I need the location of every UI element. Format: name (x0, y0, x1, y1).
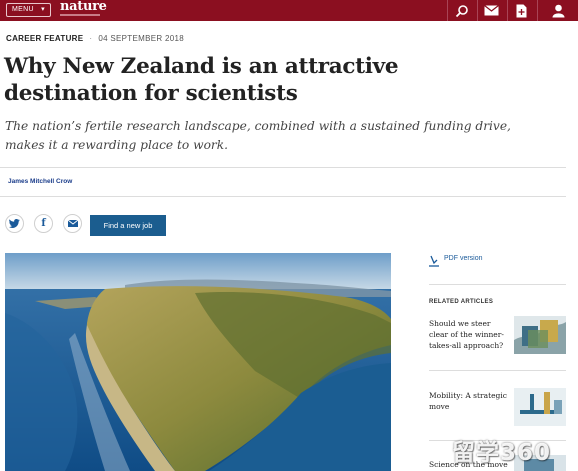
author-link[interactable]: James Mitchell Crow (8, 178, 72, 185)
chevron-down-icon: ▾ (41, 6, 45, 13)
related-thumbnail-image (514, 316, 566, 354)
related-article-thumbnail[interactable] (514, 388, 566, 426)
pdf-version-label: PDF version (444, 255, 483, 262)
email-icon (67, 220, 78, 227)
facebook-icon: f (41, 218, 46, 229)
related-article-link[interactable]: Mobility: A strategic move (429, 390, 509, 412)
menu-button[interactable]: MENU ▾ (6, 3, 51, 17)
mail-icon (484, 5, 499, 16)
coastline-photo (5, 253, 391, 471)
logo-tagline (60, 14, 100, 16)
top-navigation-bar: MENU ▾ nature (0, 0, 578, 21)
nature-logo[interactable]: nature (60, 0, 107, 14)
article-standfirst: The nation’s fertile research landscape,… (5, 119, 511, 152)
search-icon (455, 4, 468, 17)
divider (0, 167, 566, 168)
download-arrow-icon (429, 255, 439, 267)
search-button[interactable] (447, 0, 475, 21)
publish-date: 04 SEPTEMBER 2018 (98, 34, 184, 43)
mail-button[interactable] (477, 0, 505, 21)
article-title: Why New Zealand is an attractive destina… (4, 54, 399, 106)
twitter-share-button[interactable] (5, 214, 24, 233)
meta-separator: · (89, 34, 93, 43)
download-button[interactable] (507, 0, 535, 21)
find-job-button[interactable]: Find a new job (90, 215, 166, 236)
watermark-logo: 留学360 (452, 440, 552, 466)
menu-label: MENU (12, 6, 34, 13)
related-thumbnail-image (514, 388, 566, 426)
divider (0, 196, 566, 197)
twitter-icon (9, 219, 20, 228)
sidebar-divider (429, 370, 566, 371)
related-articles-heading: RELATED ARTICLES (429, 299, 494, 305)
facebook-share-button[interactable]: f (34, 214, 53, 233)
sidebar-divider (429, 284, 566, 285)
article-meta: CAREER FEATURE · 04 SEPTEMBER 2018 (6, 34, 184, 43)
account-button[interactable] (537, 0, 578, 21)
download-icon (516, 4, 527, 17)
related-article-thumbnail[interactable] (514, 316, 566, 354)
email-share-button[interactable] (63, 214, 82, 233)
account-icon (552, 4, 564, 17)
related-article-link[interactable]: Should we steer clear of the winner-take… (429, 318, 509, 351)
hero-image (5, 253, 391, 471)
article-type: CAREER FEATURE (6, 34, 84, 43)
